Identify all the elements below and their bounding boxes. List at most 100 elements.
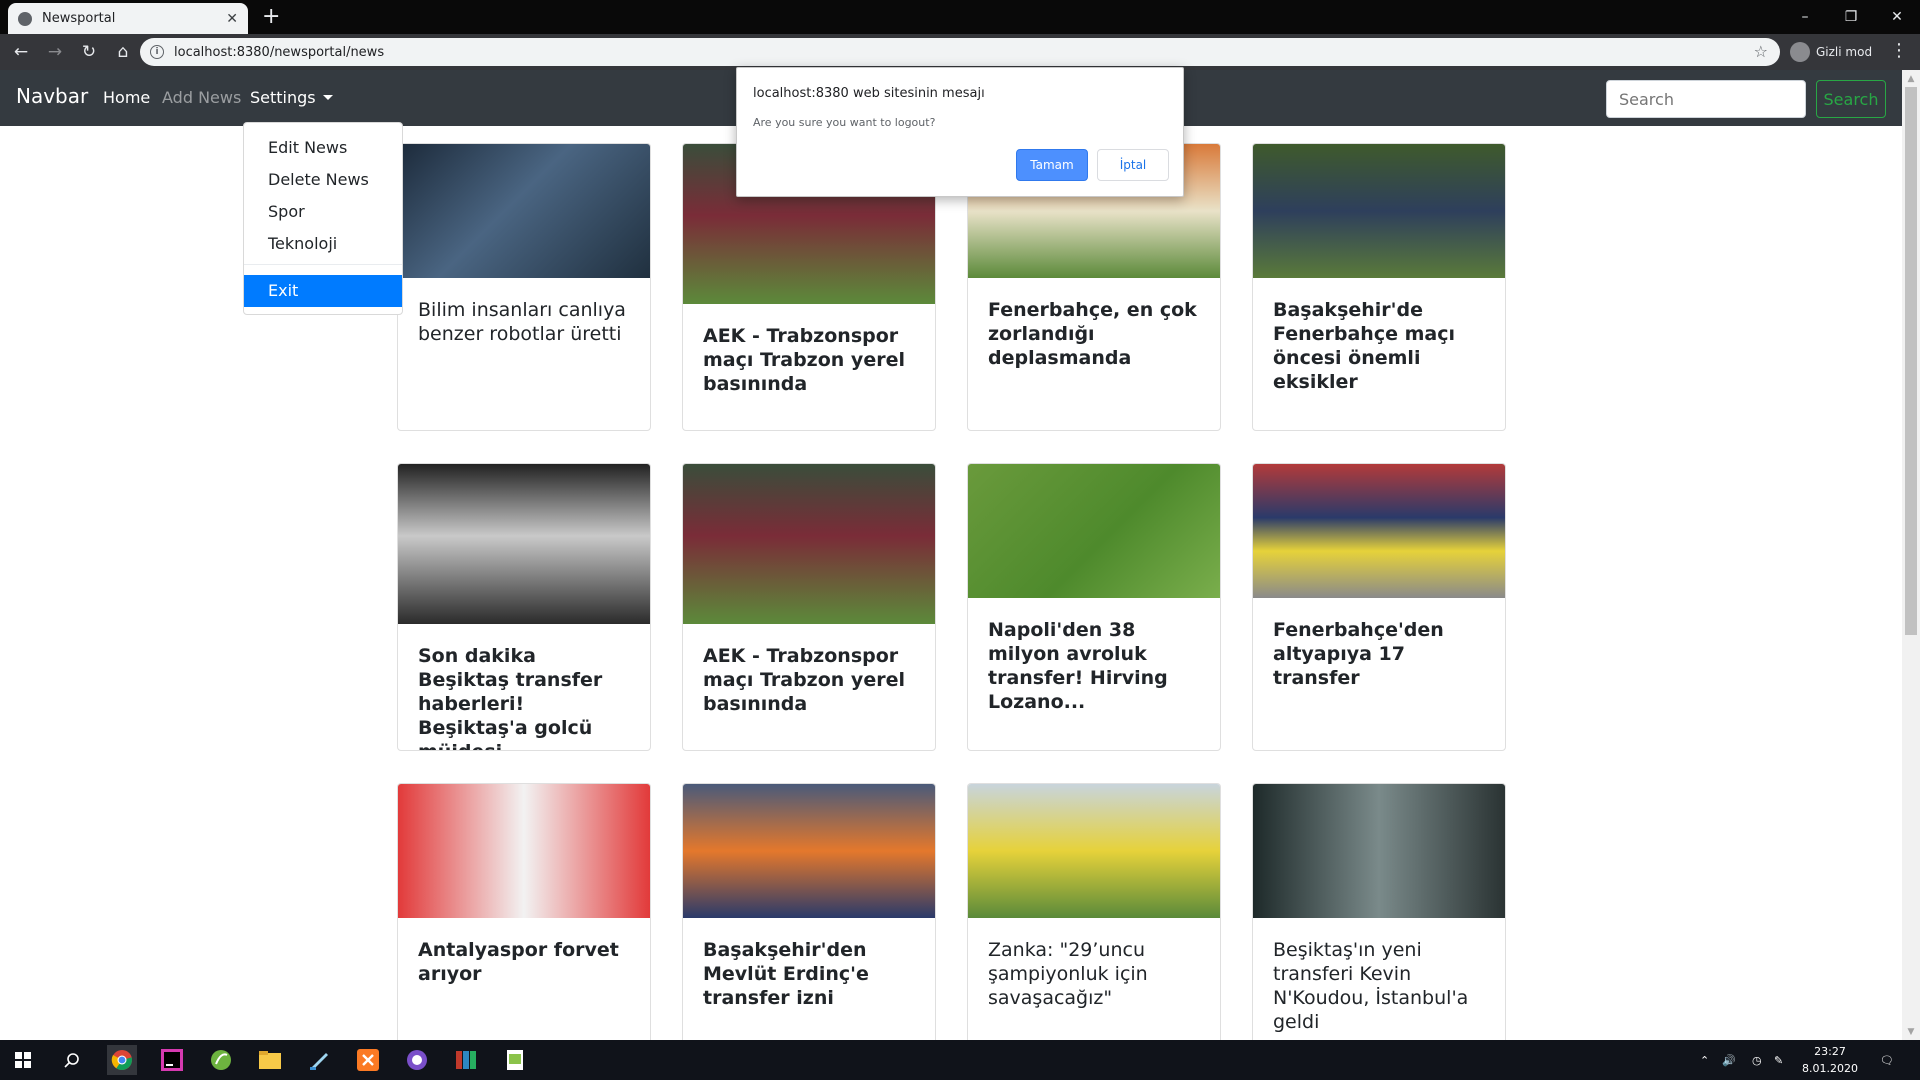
- dialog-message: Are you sure you want to logout?: [753, 116, 936, 129]
- browser-tab-strip: Newsportal ✕ + – ❐ ✕: [0, 0, 1920, 34]
- notepad-plus-icon[interactable]: [500, 1045, 530, 1075]
- logout-confirm-dialog: localhost:8380 web sitesinin mesajı Are …: [736, 67, 1184, 197]
- news-image: [1253, 784, 1505, 918]
- news-title: Napoli'den 38 milyon avroluk transfer! H…: [988, 619, 1168, 713]
- windows-start-icon[interactable]: [8, 1045, 38, 1075]
- spring-tool-icon[interactable]: [206, 1045, 236, 1075]
- url-text: localhost:8380/newsportal/news: [174, 44, 385, 60]
- news-image: [398, 784, 650, 918]
- news-image: [683, 784, 935, 918]
- caret-down-icon: [322, 95, 333, 100]
- close-tab-icon[interactable]: ✕: [226, 11, 238, 27]
- settings-label: Settings: [250, 88, 316, 107]
- browser-tab[interactable]: Newsportal ✕: [8, 3, 248, 34]
- clock-time: 23:27: [1814, 1045, 1846, 1058]
- news-card[interactable]: Son dakika Beşiktaş transfer haberleri! …: [397, 463, 651, 751]
- news-title: Başakşehir'de Fenerbahçe maçı öncesi öne…: [1273, 299, 1455, 393]
- news-title: AEK - Trabzonspor maçı Trabzon yerel bas…: [703, 645, 905, 715]
- news-title: Bilim insanları canlıya benzer robotlar …: [418, 299, 626, 345]
- app-icon[interactable]: [402, 1045, 432, 1075]
- news-image: [968, 464, 1220, 598]
- address-bar[interactable]: i localhost:8380/newsportal/news ☆: [140, 38, 1780, 66]
- notepad-icon[interactable]: [304, 1045, 334, 1075]
- pen-icon[interactable]: ✎: [1774, 1040, 1783, 1080]
- news-title: Antalyaspor forvet arıyor: [418, 939, 619, 985]
- navbar-brand[interactable]: Navbar: [16, 84, 88, 108]
- new-tab-button[interactable]: +: [262, 4, 280, 30]
- volume-icon[interactable]: 🔊: [1722, 1040, 1736, 1080]
- clock-date: 8.01.2020: [1802, 1062, 1858, 1075]
- notification-icon[interactable]: 🗨: [1880, 1040, 1894, 1080]
- dialog-title: localhost:8380 web sitesinin mesajı: [753, 86, 985, 101]
- info-icon[interactable]: i: [150, 45, 164, 59]
- news-title: Başakşehir'den Mevlüt Erdinç'e transfer …: [703, 939, 869, 1009]
- search-icon[interactable]: [57, 1045, 87, 1075]
- scroll-up-icon[interactable]: ▲: [1902, 70, 1920, 87]
- chrome-icon[interactable]: [107, 1045, 137, 1075]
- dropdown-item-delete-news[interactable]: Delete News: [244, 164, 402, 196]
- news-title: Son dakika Beşiktaş transfer haberleri! …: [418, 645, 603, 750]
- news-card[interactable]: Bilim insanları canlıya benzer robotlar …: [397, 143, 651, 431]
- news-title: AEK - Trabzonspor maçı Trabzon yerel bas…: [703, 325, 905, 395]
- winrar-icon[interactable]: [451, 1045, 481, 1075]
- dropdown-item-teknoloji[interactable]: Teknoloji: [244, 228, 402, 260]
- news-card[interactable]: AEK - Trabzonspor maçı Trabzon yerel bas…: [682, 463, 936, 751]
- incognito-avatar-icon: [1790, 42, 1810, 62]
- window-controls: – ❐ ✕: [1782, 0, 1920, 34]
- news-card[interactable]: Zanka: "29’uncu şampiyonluk için savaşac…: [967, 783, 1221, 1040]
- intellij-icon[interactable]: [157, 1045, 187, 1075]
- search-button[interactable]: Search: [1816, 80, 1886, 118]
- bookmark-star-icon[interactable]: ☆: [1754, 42, 1768, 61]
- windows-taskbar: ⌃ 🔊 ◷ ✎ 23:27 8.01.2020 🗨: [0, 1040, 1920, 1080]
- news-card[interactable]: Beşiktaş'ın yeni transferi Kevin N'Koudo…: [1252, 783, 1506, 1040]
- xampp-icon[interactable]: [353, 1045, 383, 1075]
- browser-toolbar: ← → ↻ ⌂ i localhost:8380/newsportal/news…: [0, 34, 1920, 70]
- news-card[interactable]: Napoli'den 38 milyon avroluk transfer! H…: [967, 463, 1221, 751]
- news-title: Beşiktaş'ın yeni transferi Kevin N'Koudo…: [1273, 939, 1469, 1033]
- dialog-cancel-button[interactable]: İptal: [1097, 149, 1169, 181]
- browser-menu-icon[interactable]: ⋮: [1890, 40, 1908, 61]
- globe-icon: [18, 11, 32, 26]
- home-icon[interactable]: ⌂: [106, 37, 140, 67]
- scrollbar-thumb[interactable]: [1905, 87, 1917, 635]
- screen: { "browser": { "tab_title": "Newsportal"…: [0, 0, 1920, 1080]
- nav-home-link[interactable]: Home: [103, 88, 150, 107]
- news-card[interactable]: Antalyaspor forvet arıyor: [397, 783, 651, 1040]
- news-card[interactable]: Başakşehir'de Fenerbahçe maçı öncesi öne…: [1252, 143, 1506, 431]
- incognito-label: Gizli mod: [1816, 45, 1873, 59]
- settings-dropdown-menu: Edit News Delete News Spor Teknoloji Exi…: [243, 122, 403, 315]
- page-scrollbar[interactable]: ▲ ▼: [1902, 70, 1920, 1040]
- incognito-indicator[interactable]: Gizli mod: [1790, 38, 1872, 66]
- news-title: Fenerbahçe'den altyapıya 17 transfer: [1273, 619, 1444, 689]
- search-input[interactable]: [1606, 80, 1806, 118]
- tray-up-icon[interactable]: ⌃: [1700, 1040, 1709, 1080]
- file-explorer-icon[interactable]: [255, 1045, 285, 1075]
- news-card[interactable]: Başakşehir'den Mevlüt Erdinç'e transfer …: [682, 783, 936, 1040]
- dropdown-item-edit-news[interactable]: Edit News: [244, 132, 402, 164]
- news-title: Zanka: "29’uncu şampiyonluk için savaşac…: [988, 939, 1148, 1009]
- system-clock[interactable]: 23:27 8.01.2020: [1800, 1043, 1860, 1077]
- nav-settings-dropdown[interactable]: Settings: [250, 88, 333, 107]
- dropdown-divider: [244, 264, 402, 265]
- news-image: [683, 464, 935, 624]
- news-image: [968, 784, 1220, 918]
- dropdown-item-exit[interactable]: Exit: [244, 275, 402, 307]
- news-image: [1253, 144, 1505, 278]
- network-icon[interactable]: ◷: [1752, 1040, 1762, 1080]
- forward-icon[interactable]: →: [38, 37, 72, 67]
- back-icon[interactable]: ←: [4, 37, 38, 67]
- dialog-ok-button[interactable]: Tamam: [1016, 149, 1088, 181]
- restore-icon[interactable]: ❐: [1828, 0, 1874, 34]
- close-window-icon[interactable]: ✕: [1874, 0, 1920, 34]
- reload-icon[interactable]: ↻: [72, 37, 106, 67]
- news-image: [1253, 464, 1505, 598]
- news-card[interactable]: Fenerbahçe'den altyapıya 17 transfer: [1252, 463, 1506, 751]
- scroll-down-icon[interactable]: ▼: [1902, 1023, 1920, 1040]
- dropdown-item-spor[interactable]: Spor: [244, 196, 402, 228]
- tab-title: Newsportal: [42, 11, 116, 26]
- news-image: [398, 464, 650, 624]
- nav-add-news-link[interactable]: Add News: [162, 88, 241, 107]
- news-image: [398, 144, 650, 278]
- news-title: Fenerbahçe, en çok zorlandığı deplasmand…: [988, 299, 1197, 369]
- minimize-icon[interactable]: –: [1782, 0, 1828, 34]
